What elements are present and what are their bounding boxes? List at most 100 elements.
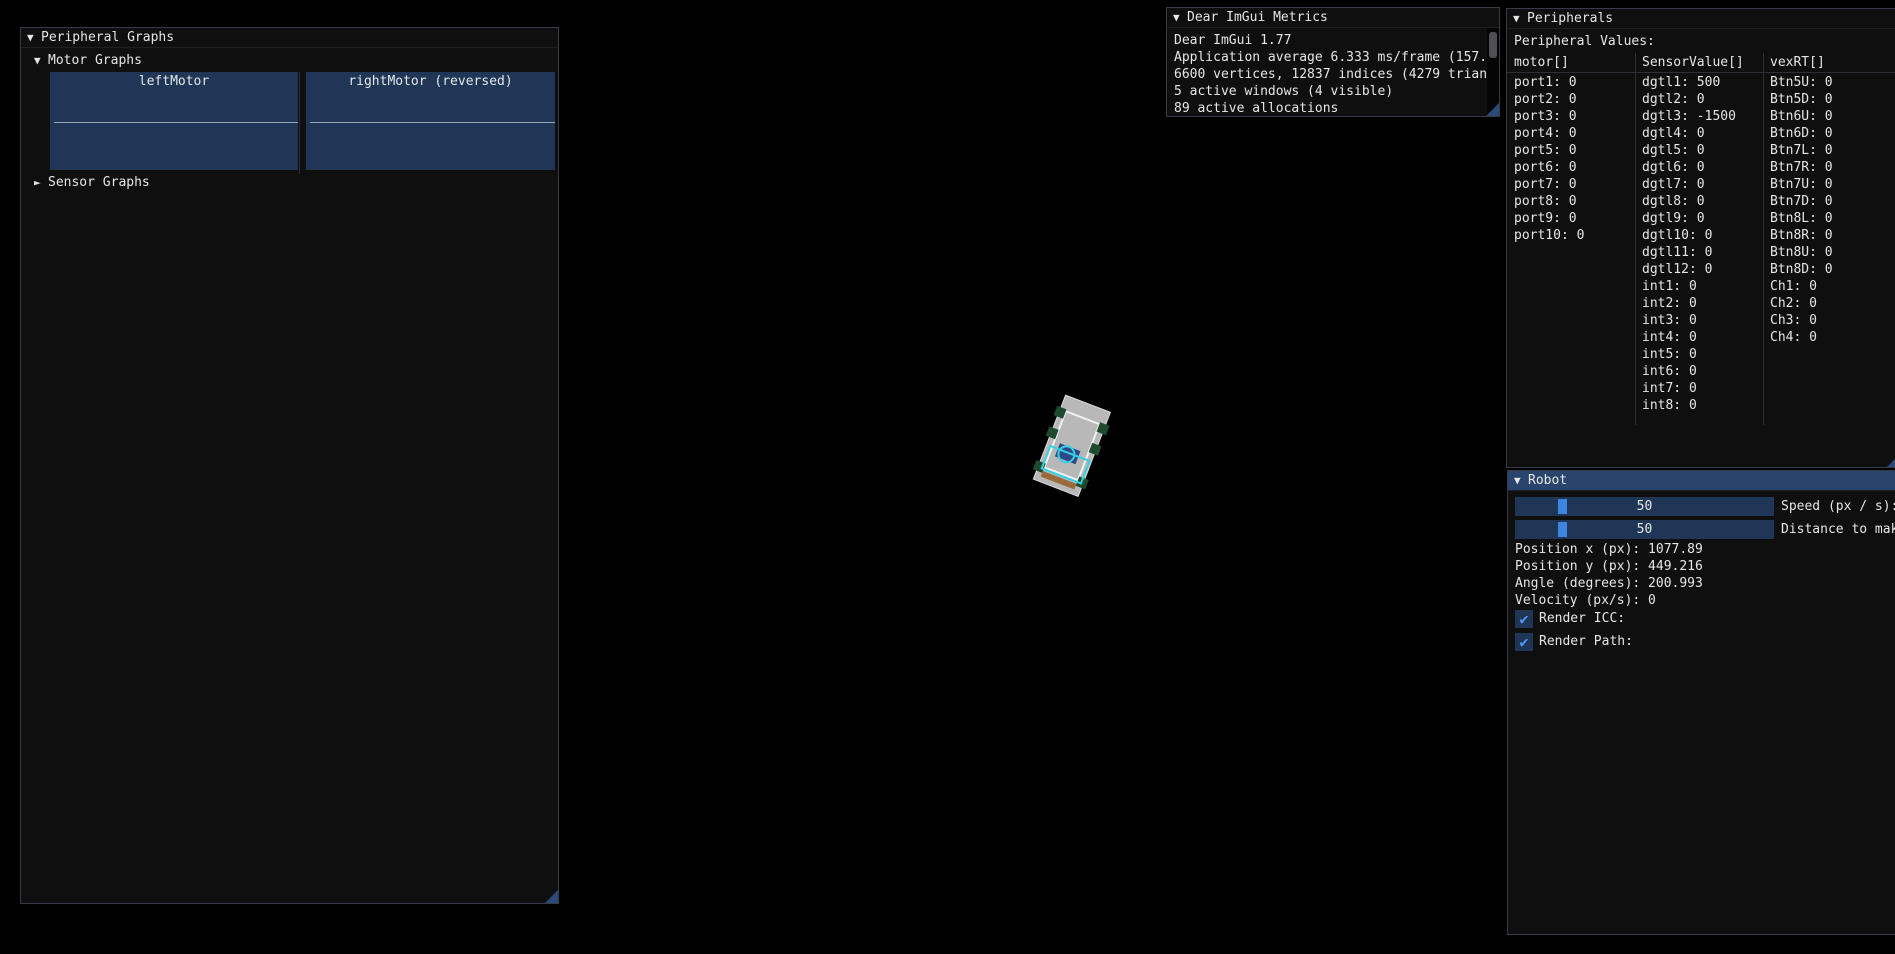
peripheral-value: dgtl7: 0: [1642, 177, 1705, 192]
sensor-graphs-header[interactable]: ► Sensor Graphs: [34, 175, 150, 191]
peripheral-value: port5: 0: [1514, 143, 1577, 158]
peripheral-value: dgtl11: 0: [1642, 245, 1713, 260]
peripheral-value: int4: 0: [1642, 330, 1697, 345]
metrics-titlebar[interactable]: ▼ Dear ImGui Metrics: [1167, 8, 1499, 28]
peripheral-value: port4: 0: [1514, 126, 1577, 141]
peripheral-value: port3: 0: [1514, 109, 1577, 124]
collapse-triangle-icon[interactable]: ▼: [27, 28, 41, 47]
peripheral-value: dgtl5: 0: [1642, 143, 1705, 158]
right-motor-plot-label: rightMotor (reversed): [348, 74, 513, 89]
tree-closed-icon: ►: [34, 176, 41, 189]
robot-window[interactable]: ▼Robot 50 Speed (px / s): 5 50 Distance …: [1507, 470, 1895, 935]
peripheral-value: Btn6U: 0: [1770, 109, 1833, 124]
vexrt-column-header: vexRT[]: [1770, 55, 1825, 70]
window-title: Peripheral Graphs: [41, 30, 175, 45]
peripheral-value: Btn8L: 0: [1770, 211, 1833, 226]
slider-grab[interactable]: [1558, 522, 1567, 537]
scrollbar-thumb[interactable]: [1489, 32, 1497, 58]
left-motor-plot[interactable]: leftMotor: [50, 72, 298, 170]
peripheral-value: port7: 0: [1514, 177, 1577, 192]
peripheral-value: port2: 0: [1514, 92, 1577, 107]
peripheral-value: Btn7D: 0: [1770, 194, 1833, 209]
angle-readout: Angle (degrees): 200.993: [1515, 576, 1703, 591]
peripheral-value: port1: 0: [1514, 75, 1577, 90]
motor-column-header: motor[]: [1514, 55, 1569, 70]
resize-grip-icon[interactable]: [1887, 454, 1895, 467]
window-title: Dear ImGui Metrics: [1187, 10, 1328, 25]
peripheral-value: port10: 0: [1514, 228, 1585, 243]
peripheral-value: dgtl4: 0: [1642, 126, 1705, 141]
peripherals-window[interactable]: ▼ Peripherals Peripheral Values: motor[] …: [1506, 8, 1895, 468]
peripheral-value: dgtl8: 0: [1642, 194, 1705, 209]
peripheral-value: int5: 0: [1642, 347, 1697, 362]
peripherals-titlebar[interactable]: ▼ Peripherals: [1507, 9, 1895, 29]
checkmark-icon: ✔: [1519, 610, 1529, 628]
left-motor-plot-label: leftMotor: [138, 74, 210, 89]
peripheral-graphs-titlebar[interactable]: ▼ Peripheral Graphs: [21, 28, 558, 48]
resize-grip-icon[interactable]: [1486, 103, 1499, 116]
collapse-triangle-icon[interactable]: ▼: [1514, 471, 1528, 490]
peripheral-value: dgtl10: 0: [1642, 228, 1713, 243]
peripheral-value: Btn8D: 0: [1770, 262, 1833, 277]
metrics-window[interactable]: ▼ Dear ImGui Metrics Dear ImGui 1.77 Appl…: [1166, 7, 1500, 117]
peripheral-value: dgtl9: 0: [1642, 211, 1705, 226]
peripheral-value: port8: 0: [1514, 194, 1577, 209]
resize-grip-icon[interactable]: [545, 890, 558, 903]
peripheral-value: Ch1: 0: [1770, 279, 1817, 294]
distance-label: Distance to make: [1781, 522, 1895, 537]
peripheral-value: port9: 0: [1514, 211, 1577, 226]
peripheral-value: int1: 0: [1642, 279, 1697, 294]
peripheral-values-caption: Peripheral Values:: [1514, 34, 1655, 49]
speed-slider[interactable]: 50: [1515, 497, 1774, 516]
peripheral-value: Btn7L: 0: [1770, 143, 1833, 158]
window-title: Peripherals: [1527, 11, 1614, 26]
peripheral-value: Btn5U: 0: [1770, 75, 1833, 90]
peripheral-value: dgtl2: 0: [1642, 92, 1705, 107]
velocity-readout: Velocity (px/s): 0: [1515, 593, 1656, 608]
tree-open-icon: ▼: [34, 54, 41, 67]
peripheral-value: int8: 0: [1642, 398, 1697, 413]
sensor-column-header: SensorValue[]: [1642, 55, 1744, 70]
peripheral-value: int6: 0: [1642, 364, 1697, 379]
peripheral-value: Btn6D: 0: [1770, 126, 1833, 141]
peripheral-value: int7: 0: [1642, 381, 1697, 396]
render-icc-label: Render ICC:: [1539, 611, 1626, 626]
collapse-triangle-icon[interactable]: ▼: [1173, 8, 1187, 27]
peripheral-value: Btn8R: 0: [1770, 228, 1833, 243]
collapse-triangle-icon[interactable]: ▼: [1513, 9, 1527, 28]
motor-graphs-header[interactable]: ▼ Motor Graphs: [34, 53, 142, 69]
metrics-line: 89 active allocations: [1174, 101, 1339, 116]
slider-grab[interactable]: [1558, 499, 1567, 514]
render-path-checkbox[interactable]: ✔: [1515, 633, 1533, 651]
peripheral-value: port6: 0: [1514, 160, 1577, 175]
robot-titlebar[interactable]: ▼ Robot: [1508, 471, 1895, 491]
peripheral-value: Btn7U: 0: [1770, 177, 1833, 192]
render-path-label: Render Path:: [1539, 634, 1633, 649]
peripheral-value: dgtl6: 0: [1642, 160, 1705, 175]
right-motor-plot[interactable]: rightMotor (reversed): [306, 72, 555, 170]
column-separator[interactable]: [1763, 53, 1764, 425]
distance-slider[interactable]: 50: [1515, 520, 1774, 539]
checkmark-icon: ✔: [1519, 633, 1529, 651]
metrics-line: Application average 6.333 ms/frame (157.…: [1174, 50, 1500, 65]
peripheral-graphs-window[interactable]: ▼ Peripheral Graphs ▼ Motor Graphs leftMot…: [20, 27, 559, 904]
column-separator[interactable]: [1635, 53, 1636, 425]
speed-label: Speed (px / s): 5: [1781, 499, 1895, 514]
metrics-line: 5 active windows (4 visible): [1174, 84, 1394, 99]
window-title: Robot: [1528, 473, 1568, 488]
motor-graphs-label: Motor Graphs: [48, 53, 142, 68]
speed-slider-value: 50: [1636, 499, 1653, 514]
robot-sprite[interactable]: [1020, 385, 1120, 505]
render-icc-checkbox[interactable]: ✔: [1515, 610, 1533, 628]
metrics-line: Dear ImGui 1.77: [1174, 33, 1292, 48]
plot-line: [54, 122, 298, 123]
peripheral-value: Ch4: 0: [1770, 330, 1817, 345]
column-separator[interactable]: [299, 72, 300, 174]
peripheral-value: Ch2: 0: [1770, 296, 1817, 311]
distance-slider-value: 50: [1636, 522, 1653, 537]
metrics-line: 6600 vertices, 12837 indices (4279 trian…: [1174, 67, 1500, 82]
peripheral-value: dgtl1: 500: [1642, 75, 1721, 90]
peripheral-value: int3: 0: [1642, 313, 1697, 328]
peripheral-value: Btn8U: 0: [1770, 245, 1833, 260]
position-y-readout: Position y (px): 449.216: [1515, 559, 1703, 574]
